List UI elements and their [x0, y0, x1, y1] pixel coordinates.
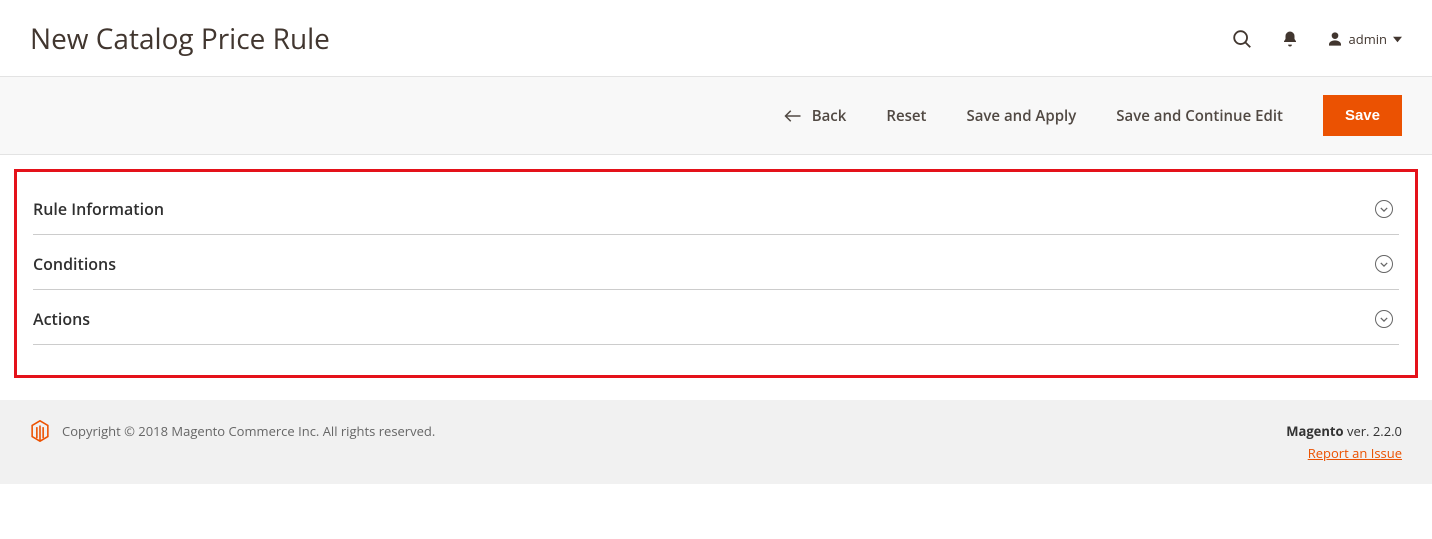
save-and-apply-button[interactable]: Save and Apply	[966, 106, 1076, 126]
user-menu[interactable]: admin	[1327, 30, 1402, 48]
section-rule-information[interactable]: Rule Information	[33, 192, 1399, 235]
user-label: admin	[1349, 30, 1387, 48]
page-title: New Catalog Price Rule	[30, 20, 330, 58]
expand-icon	[1375, 200, 1393, 218]
back-button[interactable]: Back	[784, 106, 847, 126]
magento-logo-icon	[30, 420, 50, 442]
save-button[interactable]: Save	[1323, 95, 1402, 136]
expand-icon	[1375, 310, 1393, 328]
report-issue-link[interactable]: Report an Issue	[1308, 444, 1402, 462]
header-actions: admin	[1231, 28, 1402, 50]
sections-highlight-box: Rule Information Conditions Actions	[14, 169, 1418, 378]
arrow-left-icon	[784, 109, 802, 123]
reset-button[interactable]: Reset	[886, 106, 926, 126]
version-text: Magento ver. 2.2.0	[1286, 420, 1402, 442]
user-icon	[1327, 31, 1343, 47]
page-footer: Copyright © 2018 Magento Commerce Inc. A…	[0, 400, 1432, 484]
page-header: New Catalog Price Rule admin	[0, 0, 1432, 76]
copyright-text: Copyright © 2018 Magento Commerce Inc. A…	[62, 422, 435, 440]
footer-left: Copyright © 2018 Magento Commerce Inc. A…	[30, 420, 435, 442]
footer-right: Magento ver. 2.2.0 Report an Issue	[1286, 420, 1402, 464]
search-icon[interactable]	[1231, 28, 1253, 50]
chevron-down-icon	[1393, 35, 1402, 44]
section-actions[interactable]: Actions	[33, 290, 1399, 345]
section-title: Conditions	[33, 253, 116, 275]
notifications-icon[interactable]	[1281, 30, 1299, 48]
section-title: Actions	[33, 308, 90, 330]
section-conditions[interactable]: Conditions	[33, 235, 1399, 290]
section-title: Rule Information	[33, 198, 164, 220]
action-toolbar: Back Reset Save and Apply Save and Conti…	[0, 76, 1432, 155]
expand-icon	[1375, 255, 1393, 273]
save-and-continue-button[interactable]: Save and Continue Edit	[1116, 106, 1283, 126]
